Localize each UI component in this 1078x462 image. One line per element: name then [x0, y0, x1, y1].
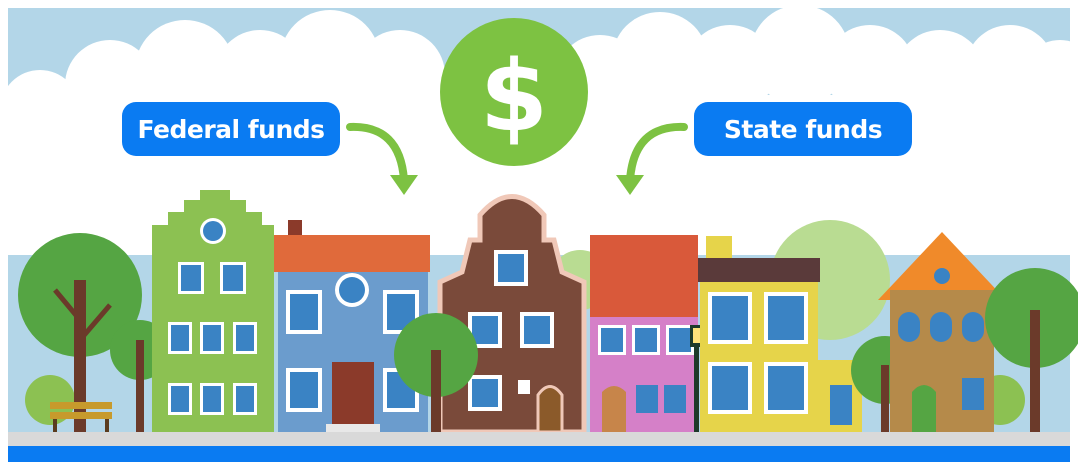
town-illustration: $: [0, 5, 1078, 462]
svg-text:$: $: [480, 40, 548, 154]
dollar-sign-icon: $: [440, 18, 588, 166]
state-funds-label: State funds: [694, 102, 912, 156]
house-pink: [590, 235, 698, 432]
house-green: [152, 190, 274, 432]
sidewalk: [8, 432, 1070, 446]
water-strip: [8, 446, 1070, 462]
federal-funds-label: Federal funds: [122, 102, 340, 156]
